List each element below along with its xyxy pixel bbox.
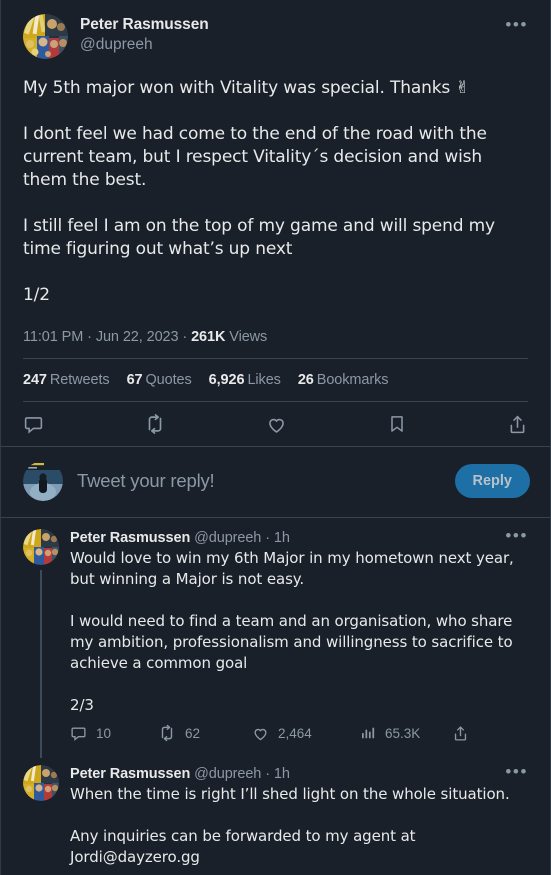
retweet-icon[interactable] — [144, 413, 166, 435]
reply-separator: · — [265, 530, 270, 546]
reply-display-name[interactable]: Peter Rasmussen — [70, 530, 190, 546]
reply-button[interactable]: Reply — [454, 464, 530, 498]
likes-label: Likes — [247, 372, 281, 388]
bookmarks-label: Bookmarks — [316, 372, 389, 388]
stat-likes[interactable]: 6,926 Likes — [209, 372, 281, 388]
reply-header: Peter Rasmussen @dupreeh · 1h ••• — [70, 763, 528, 783]
replies-list: Peter Rasmussen @dupreeh · 1h ••• Would … — [1, 517, 550, 875]
replies-count: 10 — [96, 725, 112, 741]
main-tweet: Peter Rasmussen @dupreeh ••• My 5th majo… — [1, 0, 550, 401]
more-options-icon[interactable]: ••• — [505, 527, 528, 544]
quotes-count: 67 — [126, 372, 143, 388]
reply-content: Peter Rasmussen @dupreeh · 1h ••• When t… — [70, 763, 528, 875]
tweet-date: Jun 22, 2023 — [95, 329, 179, 345]
views-count: 261K — [191, 329, 226, 345]
thread-connector-line — [40, 570, 42, 758]
like-icon[interactable]: 2,464 — [252, 725, 360, 742]
reply-tweet: Peter Rasmussen @dupreeh · 1h ••• When t… — [1, 754, 550, 875]
bookmark-icon[interactable] — [387, 414, 407, 434]
reply-tweet: Peter Rasmussen @dupreeh · 1h ••• Would … — [1, 518, 550, 758]
reply-input[interactable]: Tweet your reply! — [77, 470, 455, 492]
handle[interactable]: @dupreeh — [80, 35, 209, 55]
tweet-author-names: Peter Rasmussen @dupreeh — [80, 14, 209, 55]
display-name[interactable]: Peter Rasmussen — [80, 15, 209, 34]
tweet-time: 11:01 PM — [23, 329, 84, 345]
reply-separator: · — [265, 766, 270, 782]
tweet-action-bar — [1, 402, 550, 446]
views-count: 65.3K — [385, 725, 421, 741]
avatar[interactable] — [23, 529, 59, 565]
reply-handle[interactable]: @dupreeh — [194, 766, 261, 782]
share-icon[interactable] — [452, 725, 469, 742]
quotes-label: Quotes — [145, 372, 192, 388]
like-icon[interactable] — [266, 414, 287, 435]
reply-handle[interactable]: @dupreeh — [194, 530, 261, 546]
reply-icon[interactable] — [23, 414, 44, 435]
stat-retweets[interactable]: 247 Retweets — [23, 372, 110, 388]
likes-count: 2,464 — [278, 725, 312, 741]
avatar[interactable] — [23, 14, 68, 59]
reply-icon[interactable]: 10 — [70, 725, 158, 742]
reply-header: Peter Rasmussen @dupreeh · 1h ••• — [70, 527, 528, 547]
meta-separator-1: · — [87, 329, 92, 345]
tweet-timestamp-views: 11:01 PM · Jun 22, 2023 · 261K Views — [23, 329, 528, 358]
reply-action-bar: 10 62 2,464 65.3K — [70, 724, 528, 750]
tweet-detail-page: Peter Rasmussen @dupreeh ••• My 5th majo… — [0, 0, 551, 875]
more-options-icon[interactable]: ••• — [505, 763, 528, 780]
reply-text: Would love to win my 6th Major in my hom… — [70, 549, 514, 714]
reply-timestamp[interactable]: 1h — [274, 530, 290, 546]
likes-count: 6,926 — [208, 372, 245, 388]
share-icon[interactable] — [507, 414, 528, 435]
reply-composer: Tweet your reply! Reply — [1, 446, 550, 517]
stat-bookmarks[interactable]: 26 Bookmarks — [298, 372, 389, 388]
reply-content: Peter Rasmussen @dupreeh · 1h ••• Would … — [70, 527, 528, 750]
reply-display-name[interactable]: Peter Rasmussen — [70, 766, 190, 782]
retweet-icon[interactable]: 62 — [158, 724, 252, 742]
analytics-icon[interactable]: 65.3K — [360, 725, 452, 741]
retweets-label: Retweets — [49, 372, 110, 388]
stat-quotes[interactable]: 67 Quotes — [127, 372, 192, 388]
current-user-avatar[interactable] — [23, 461, 63, 501]
meta-separator-2: · — [182, 329, 188, 345]
more-options-icon[interactable]: ••• — [505, 16, 528, 33]
avatar[interactable] — [23, 765, 59, 801]
tweet-text: My 5th major won with Vitality was speci… — [23, 78, 495, 305]
reply-text: When the time is right I’ll shed light o… — [70, 785, 510, 866]
reply-timestamp[interactable]: 1h — [274, 766, 290, 782]
views-label: Views — [229, 329, 268, 345]
tweet-header: Peter Rasmussen @dupreeh ••• — [23, 14, 528, 59]
retweets-count: 247 — [23, 372, 47, 388]
bookmarks-count: 26 — [297, 372, 314, 388]
retweets-count: 62 — [185, 725, 201, 741]
engagement-stats: 247 Retweets 67 Quotes 6,926 Likes 26 Bookma… — [23, 359, 528, 401]
